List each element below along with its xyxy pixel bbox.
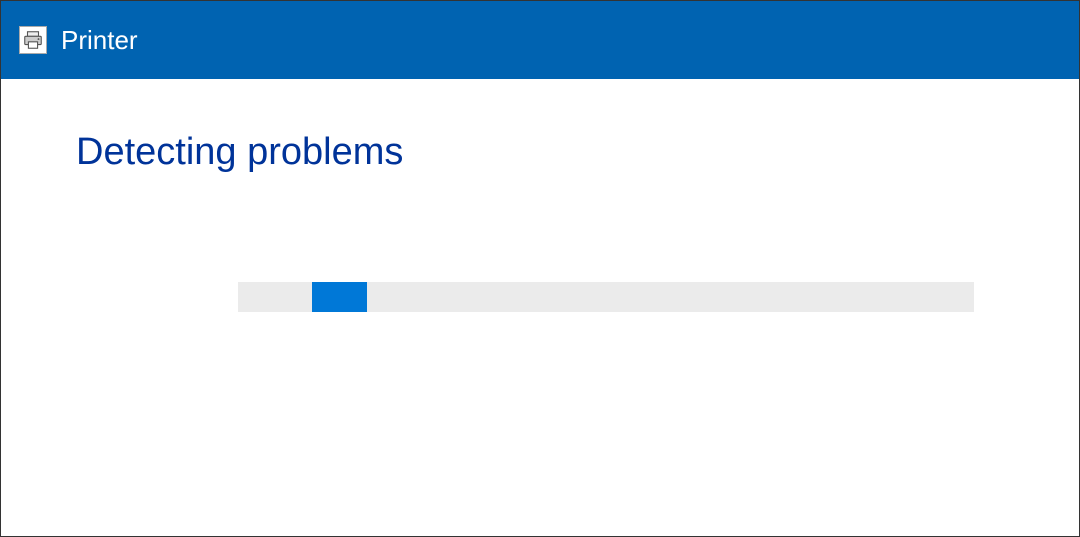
progress-indicator	[312, 282, 367, 312]
printer-icon	[19, 26, 47, 54]
troubleshooter-window: Printer Detecting problems	[0, 0, 1080, 537]
window-title: Printer	[61, 25, 138, 56]
content-area: Detecting problems	[1, 79, 1079, 536]
progress-bar	[238, 282, 974, 312]
progress-container	[238, 282, 974, 312]
titlebar: Printer	[1, 1, 1079, 79]
status-heading: Detecting problems	[76, 131, 1004, 174]
